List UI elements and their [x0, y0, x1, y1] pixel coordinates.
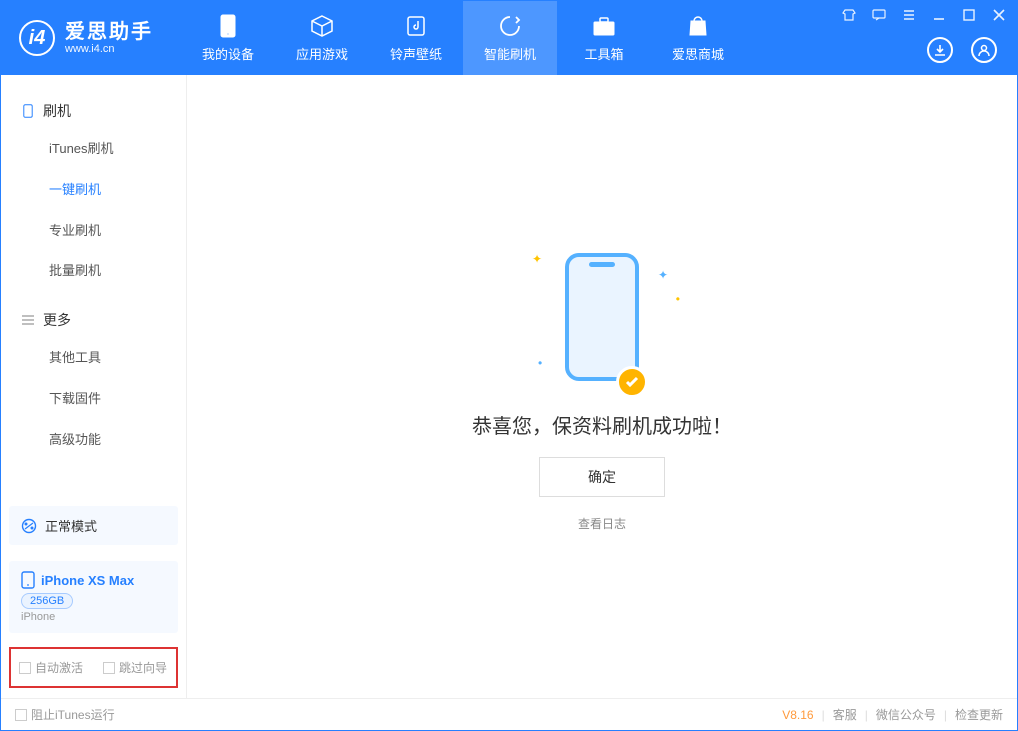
list-icon [21, 313, 35, 327]
tab-label: 我的设备 [202, 44, 254, 63]
checkbox-icon [103, 662, 115, 674]
logo-title: 爱思助手 [65, 21, 153, 43]
nav-tabs: 我的设备 应用游戏 铃声壁纸 智能刷机 工具箱 爱思商城 [181, 1, 745, 75]
sidebar-section-flash: 刷机 [1, 93, 186, 129]
checkbox-block-itunes[interactable]: 阻止iTunes运行 [15, 706, 115, 723]
checkbox-label: 自动激活 [35, 659, 83, 676]
bag-icon [686, 14, 710, 38]
checkbox-icon [15, 709, 27, 721]
checkbox-label: 跳过向导 [119, 659, 167, 676]
success-text: 恭喜您，保资料刷机成功啦！ [472, 410, 732, 439]
device-capacity: 256GB [21, 593, 73, 609]
sparkle-icon: • [676, 292, 680, 306]
separator: | [944, 708, 947, 722]
device-type: iPhone [21, 611, 166, 623]
sidebar-item-other-tools[interactable]: 其他工具 [1, 338, 186, 379]
phone-icon [216, 14, 240, 38]
phone-outline-icon [21, 104, 35, 118]
check-update-link[interactable]: 检查更新 [955, 706, 1003, 723]
sidebar-item-advanced[interactable]: 高级功能 [1, 420, 186, 461]
checkbox-skip-guide[interactable]: 跳过向导 [103, 659, 167, 676]
section-label: 刷机 [43, 101, 71, 121]
device-mode-panel[interactable]: 正常模式 [9, 506, 178, 545]
logo[interactable]: i4 爱思助手 www.i4.cn [1, 20, 181, 56]
toolbox-icon [592, 14, 616, 38]
ok-button[interactable]: 确定 [539, 457, 665, 497]
view-log-link[interactable]: 查看日志 [578, 515, 626, 532]
checkbox-auto-activate[interactable]: 自动激活 [19, 659, 83, 676]
tab-apps[interactable]: 应用游戏 [275, 1, 369, 75]
maximize-icon[interactable] [961, 7, 977, 23]
feedback-icon[interactable] [871, 7, 887, 23]
tab-store[interactable]: 爱思商城 [651, 1, 745, 75]
header-actions [927, 37, 997, 63]
mode-icon [21, 518, 37, 534]
logo-icon: i4 [19, 20, 55, 56]
phone-illustration [565, 253, 639, 381]
skin-icon[interactable] [841, 7, 857, 23]
cube-icon [310, 14, 334, 38]
sparkle-icon: ✦ [532, 252, 542, 266]
tab-label: 爱思商城 [672, 44, 724, 63]
user-icon[interactable] [971, 37, 997, 63]
version-label: V8.16 [782, 708, 813, 722]
sidebar: 刷机 iTunes刷机 一键刷机 专业刷机 批量刷机 更多 其他工具 下载固件 … [1, 75, 187, 698]
sidebar-item-itunes-flash[interactable]: iTunes刷机 [1, 129, 186, 170]
sparkle-icon: • [538, 356, 542, 370]
window-controls [841, 7, 1007, 23]
sparkle-icon: ✦ [658, 268, 668, 282]
sidebar-item-download-fw[interactable]: 下载固件 [1, 379, 186, 420]
music-icon [404, 14, 428, 38]
tab-label: 智能刷机 [484, 44, 536, 63]
wechat-link[interactable]: 微信公众号 [876, 706, 936, 723]
support-link[interactable]: 客服 [833, 706, 857, 723]
main-content: ✦ ✦ • • 恭喜您，保资料刷机成功啦！ 确定 查看日志 [187, 75, 1017, 698]
download-icon[interactable] [927, 37, 953, 63]
refresh-icon [498, 14, 522, 38]
tab-toolbox[interactable]: 工具箱 [557, 1, 651, 75]
success-illustration: ✦ ✦ • • [512, 242, 692, 392]
tab-label: 应用游戏 [296, 44, 348, 63]
close-icon[interactable] [991, 7, 1007, 23]
footer: 阻止iTunes运行 V8.16 | 客服 | 微信公众号 | 检查更新 [1, 698, 1017, 730]
menu-icon[interactable] [901, 7, 917, 23]
header: i4 爱思助手 www.i4.cn 我的设备 应用游戏 铃声壁纸 智能刷机 工具… [1, 1, 1017, 75]
sidebar-item-easy-flash[interactable]: 一键刷机 [1, 170, 186, 211]
separator: | [865, 708, 868, 722]
device-info-panel[interactable]: iPhone XS Max 256GB iPhone [9, 561, 178, 633]
tab-label: 工具箱 [584, 44, 623, 63]
sidebar-section-more: 更多 [1, 302, 186, 338]
minimize-icon[interactable] [931, 7, 947, 23]
tab-my-device[interactable]: 我的设备 [181, 1, 275, 75]
separator: | [822, 708, 825, 722]
checkbox-label: 阻止iTunes运行 [31, 706, 115, 723]
tab-label: 铃声壁纸 [390, 44, 442, 63]
device-icon [21, 571, 35, 589]
options-row-highlighted: 自动激活 跳过向导 [9, 647, 178, 688]
sidebar-item-pro-flash[interactable]: 专业刷机 [1, 211, 186, 252]
section-label: 更多 [43, 310, 71, 330]
sidebar-item-batch-flash[interactable]: 批量刷机 [1, 251, 186, 292]
tab-ringtone[interactable]: 铃声壁纸 [369, 1, 463, 75]
logo-subtitle: www.i4.cn [65, 43, 153, 55]
tab-smart-flash[interactable]: 智能刷机 [463, 1, 557, 75]
device-mode: 正常模式 [45, 516, 97, 535]
check-badge-icon [616, 366, 648, 398]
device-name: iPhone XS Max [41, 573, 134, 588]
checkbox-icon [19, 662, 31, 674]
